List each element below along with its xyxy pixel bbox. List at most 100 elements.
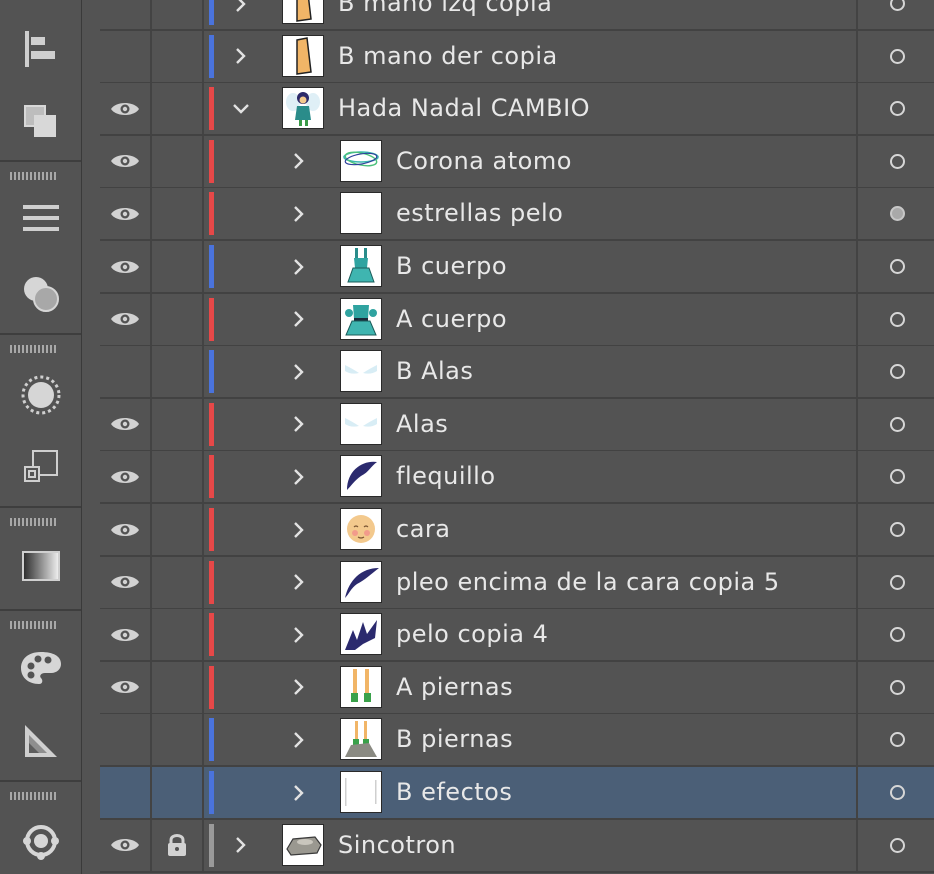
layer-name[interactable]: pleo encima de la cara copia 5 xyxy=(396,557,780,608)
target-circle-icon[interactable] xyxy=(889,153,905,169)
chevron-right-icon[interactable] xyxy=(286,294,312,345)
visibility-toggle[interactable] xyxy=(100,398,152,450)
visibility-toggle[interactable] xyxy=(100,504,152,555)
layer-name[interactable]: B cuerpo xyxy=(396,241,507,292)
lock-toggle[interactable] xyxy=(152,188,204,240)
target-circle-icon[interactable] xyxy=(889,732,905,748)
target-column[interactable] xyxy=(856,714,934,766)
chevron-right-icon[interactable] xyxy=(286,609,312,660)
chevron-right-icon[interactable] xyxy=(286,557,312,608)
layer-name[interactable]: flequillo xyxy=(396,451,496,502)
lock-toggle[interactable] xyxy=(152,451,204,503)
lock-toggle[interactable] xyxy=(152,241,204,292)
target-column[interactable] xyxy=(856,346,934,398)
target-column[interactable] xyxy=(856,241,934,292)
target-circle-icon[interactable] xyxy=(889,574,905,590)
layer-name[interactable]: B piernas xyxy=(396,714,513,765)
target-circle-icon[interactable] xyxy=(889,259,905,274)
target-column[interactable] xyxy=(856,398,934,450)
target-circle-icon[interactable] xyxy=(889,679,905,695)
color-guide-icon[interactable] xyxy=(0,716,81,766)
layer-row[interactable]: estrellas pelo xyxy=(100,188,934,242)
target-circle-icon[interactable] xyxy=(889,627,905,643)
layer-row[interactable]: pleo encima de la cara copia 5 xyxy=(100,556,934,610)
target-column[interactable] xyxy=(856,135,934,187)
layer-row[interactable]: cara xyxy=(100,504,934,557)
layer-row[interactable]: flequillo xyxy=(100,451,934,505)
visibility-toggle[interactable] xyxy=(100,346,152,398)
layer-row[interactable]: Corona atomo xyxy=(100,135,934,189)
chevron-right-icon[interactable] xyxy=(228,0,254,29)
chevron-right-icon[interactable] xyxy=(286,399,312,450)
layer-row[interactable]: A cuerpo xyxy=(100,293,934,347)
target-column[interactable] xyxy=(856,609,934,661)
layer-row[interactable]: A piernas xyxy=(100,661,934,715)
visibility-toggle[interactable] xyxy=(100,451,152,503)
color-palette-icon[interactable] xyxy=(0,643,81,693)
lock-toggle[interactable] xyxy=(152,609,204,661)
target-column[interactable] xyxy=(856,661,934,713)
align-icon[interactable] xyxy=(0,24,81,74)
layer-row[interactable]: pelo copia 4 xyxy=(100,609,934,663)
target-circle-icon[interactable] xyxy=(889,522,905,537)
layer-name[interactable]: cara xyxy=(396,504,450,555)
target-circle-icon[interactable] xyxy=(889,837,905,853)
chevron-right-icon[interactable] xyxy=(286,241,312,292)
layer-name[interactable]: B Alas xyxy=(396,346,473,397)
layer-name[interactable]: B efectos xyxy=(396,767,512,818)
lock-toggle[interactable] xyxy=(152,767,204,818)
target-circle-icon[interactable] xyxy=(889,416,905,432)
layer-name[interactable]: B mano der copia xyxy=(338,31,558,82)
target-circle-icon[interactable] xyxy=(889,311,905,327)
target-column[interactable] xyxy=(856,188,934,240)
chevron-right-icon[interactable] xyxy=(286,188,312,239)
lock-toggle[interactable] xyxy=(152,0,204,29)
lock-toggle[interactable] xyxy=(152,293,204,345)
lock-toggle[interactable] xyxy=(152,556,204,608)
target-circle-icon[interactable] xyxy=(889,101,905,117)
target-circle-icon[interactable] xyxy=(889,364,905,380)
pathfinder-icon[interactable] xyxy=(0,97,81,147)
visibility-toggle[interactable] xyxy=(100,767,152,818)
layer-name[interactable]: A cuerpo xyxy=(396,294,507,345)
visibility-toggle[interactable] xyxy=(100,556,152,608)
layer-name[interactable]: Corona atomo xyxy=(396,136,572,187)
chevron-right-icon[interactable] xyxy=(286,346,312,397)
chevron-right-icon[interactable] xyxy=(228,820,254,871)
chevron-right-icon[interactable] xyxy=(286,714,312,765)
layer-row[interactable]: B cuerpo xyxy=(100,241,934,294)
target-circle-icon[interactable] xyxy=(889,0,905,11)
stroke-lines-icon[interactable] xyxy=(0,194,81,244)
visibility-toggle[interactable] xyxy=(100,714,152,766)
visibility-toggle[interactable] xyxy=(100,661,152,713)
layer-row[interactable]: B mano izq copia xyxy=(100,0,934,31)
sync-icon[interactable] xyxy=(0,816,81,866)
visibility-toggle[interactable] xyxy=(100,135,152,187)
chevron-right-icon[interactable] xyxy=(286,662,312,713)
target-column[interactable] xyxy=(856,767,934,818)
chevron-right-icon[interactable] xyxy=(286,504,312,555)
lock-toggle[interactable] xyxy=(152,819,204,871)
visibility-toggle[interactable] xyxy=(100,819,152,871)
target-column[interactable] xyxy=(856,0,934,29)
layer-row[interactable]: B Alas xyxy=(100,346,934,400)
lock-toggle[interactable] xyxy=(152,661,204,713)
target-column[interactable] xyxy=(856,556,934,608)
visibility-toggle[interactable] xyxy=(100,30,152,82)
target-circle-icon[interactable] xyxy=(889,785,905,800)
layer-row[interactable]: B mano der copia xyxy=(100,30,934,84)
visibility-toggle[interactable] xyxy=(100,0,152,29)
layer-row[interactable]: Alas xyxy=(100,398,934,452)
layer-name[interactable]: B mano izq copia xyxy=(338,0,552,29)
lock-toggle[interactable] xyxy=(152,504,204,555)
layer-name[interactable]: pelo copia 4 xyxy=(396,609,548,660)
target-circle-icon[interactable] xyxy=(889,469,905,485)
transform-icon[interactable] xyxy=(0,442,81,492)
visibility-toggle[interactable] xyxy=(100,188,152,240)
lock-toggle[interactable] xyxy=(152,30,204,82)
layer-name[interactable]: estrellas pelo xyxy=(396,188,563,239)
visibility-toggle[interactable] xyxy=(100,83,152,135)
lock-toggle[interactable] xyxy=(152,346,204,398)
layer-name[interactable]: A piernas xyxy=(396,662,513,713)
target-circle-icon[interactable] xyxy=(889,206,905,222)
